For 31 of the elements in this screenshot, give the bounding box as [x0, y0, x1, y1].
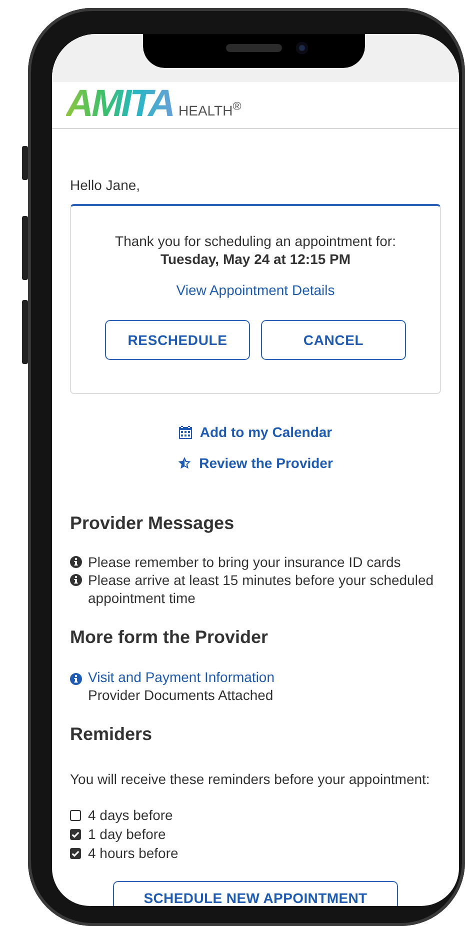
checkbox-label: 1 day before	[88, 826, 166, 842]
logo-subtitle: HEALTH$^{®}$	[178, 99, 242, 119]
cancel-button[interactable]: CANCEL	[261, 320, 406, 360]
info-icon	[70, 556, 82, 568]
documents-note: Provider Documents Attached	[87, 686, 274, 704]
speaker-grille	[226, 44, 282, 52]
message-text: Please arrive at least 15 minutes before your scheduled appointment time	[88, 571, 435, 607]
calendar-icon	[178, 425, 192, 439]
section-heading: More form the Provider	[70, 627, 270, 648]
review-link[interactable]: Review the Provider	[199, 455, 333, 471]
schedule-button[interactable]: SCHEDULE NEW APPOINTMENT	[113, 881, 398, 906]
reminders-text: You will receive these reminders before your appointment:	[70, 771, 431, 787]
checkbox[interactable]	[70, 848, 81, 858]
confirmation-text: Thank you for scheduling an appointment for:	[115, 232, 396, 250]
section-heading: Provider Messages	[70, 513, 236, 534]
appointment-datetime: Tuesday, May 24 at 12:15 PM	[160, 250, 351, 268]
checkbox[interactable]	[70, 810, 81, 820]
info-icon	[70, 672, 82, 684]
checkbox-label: 4 hours before	[88, 845, 178, 861]
details-link[interactable]: View Appointment Details	[176, 282, 335, 298]
visit-payment-link[interactable]: Visit and Payment Information	[88, 668, 275, 686]
checkbox-label: 4 days before	[88, 807, 173, 823]
add-calendar-link[interactable]: Add to my Calendar	[200, 424, 332, 440]
camera-icon	[296, 42, 308, 54]
greeting-text: Hello Jane,	[70, 177, 142, 193]
reschedule-button[interactable]: RESCHEDULE	[105, 320, 250, 360]
star-icon	[178, 456, 192, 470]
section-heading: Remiders	[70, 724, 154, 745]
message-text: Please remember to bring your insurance ID cards	[88, 553, 401, 571]
info-icon	[70, 574, 82, 586]
checkbox[interactable]	[70, 828, 81, 840]
